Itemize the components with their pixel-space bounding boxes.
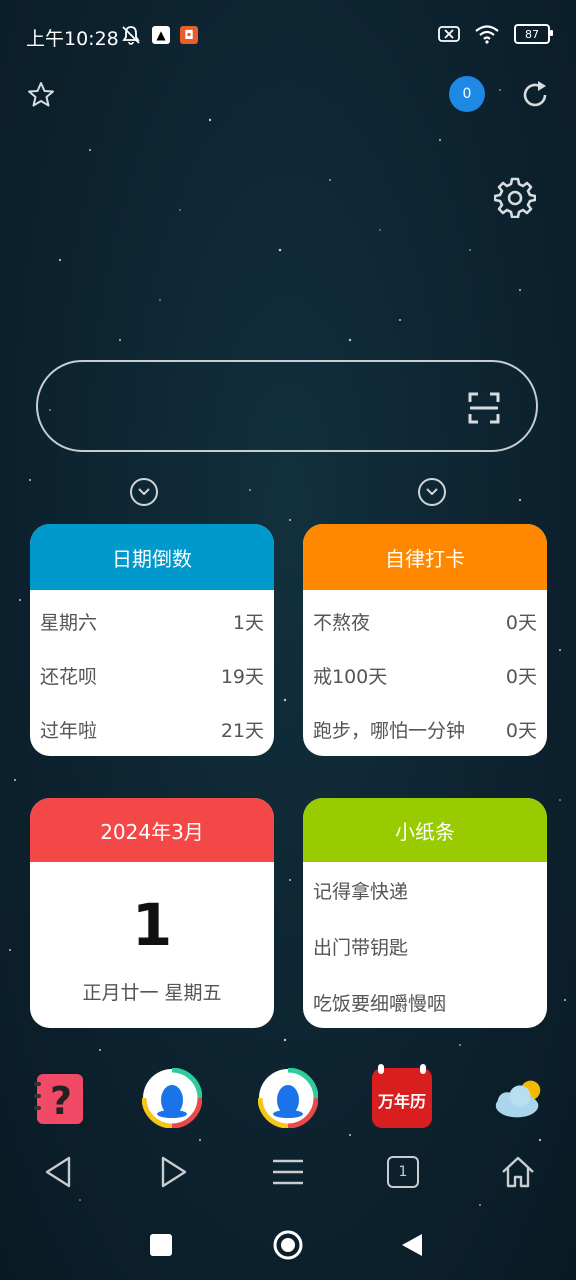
qq-app-icon[interactable] xyxy=(258,1068,318,1128)
tabs-button[interactable]: 1 xyxy=(379,1148,427,1196)
habit-card-title: 自律打卡 xyxy=(303,524,547,590)
home-button[interactable] xyxy=(494,1148,542,1196)
search-bar[interactable] xyxy=(36,360,538,452)
back-button[interactable] xyxy=(34,1148,82,1196)
hamburger-menu-icon xyxy=(273,1159,303,1185)
app-dock: ? 万年历 xyxy=(0,1064,576,1134)
sticky-notes-card[interactable]: 小纸条 记得拿快递 出门带钥匙 吃饭要细嚼慢咽 xyxy=(303,798,547,1028)
forward-arrow-icon xyxy=(161,1156,187,1188)
bookmark-star-icon[interactable] xyxy=(26,80,56,110)
svg-text:?: ? xyxy=(50,1079,72,1123)
weather-cloud-icon[interactable] xyxy=(488,1068,548,1128)
back-triangle-icon[interactable] xyxy=(400,1232,424,1258)
tabs-count: 1 xyxy=(387,1156,419,1188)
upload-icon: ▲ xyxy=(152,26,170,44)
no-sim-icon xyxy=(438,26,460,42)
list-item[interactable]: 吃饭要细嚼慢咽 xyxy=(303,974,547,1028)
system-nav-bar xyxy=(0,1212,576,1280)
back-arrow-icon xyxy=(45,1156,71,1188)
countdown-card[interactable]: 日期倒数 星期六 1天 还花呗 19天 过年啦 21天 xyxy=(30,524,274,756)
search-input[interactable] xyxy=(66,386,470,428)
habit-checkin-card[interactable]: 自律打卡 不熬夜 0天 戒100天 0天 跑步，哪怕一分钟 0天 xyxy=(303,524,547,756)
refresh-icon[interactable] xyxy=(518,78,552,112)
list-item[interactable]: 还花呗 19天 xyxy=(30,648,274,702)
status-bar: 上午10:28 ▲ ◘ 87 xyxy=(0,0,576,70)
list-item[interactable]: 过年啦 21天 xyxy=(30,702,274,756)
list-item[interactable]: 跑步，哪怕一分钟 0天 xyxy=(303,702,547,756)
tab-count-badge[interactable]: 0 xyxy=(449,76,485,112)
calendar-day-number: 1 xyxy=(131,891,173,959)
list-item[interactable]: 出门带钥匙 xyxy=(303,918,547,974)
chevron-down-icon xyxy=(138,488,150,496)
home-circle-icon[interactable] xyxy=(272,1229,304,1261)
app-notification-icon: ◘ xyxy=(180,26,198,44)
home-icon xyxy=(502,1156,534,1188)
scan-qr-icon[interactable] xyxy=(468,392,500,424)
battery-icon: 87 xyxy=(514,24,553,44)
countdown-card-title: 日期倒数 xyxy=(30,524,274,590)
qq-app-icon[interactable] xyxy=(142,1068,202,1128)
wifi-icon xyxy=(475,25,499,44)
expand-chevron-left[interactable] xyxy=(130,478,158,506)
calendar-app-label: 万年历 xyxy=(377,1092,426,1111)
browser-nav-bar: 1 xyxy=(0,1148,576,1196)
list-item[interactable]: 星期六 1天 xyxy=(30,594,274,648)
list-item[interactable]: 戒100天 0天 xyxy=(303,648,547,702)
forward-button[interactable] xyxy=(150,1148,198,1196)
calendar-lunar-weekday: 正月廿一 星期五 xyxy=(82,982,222,1004)
list-item[interactable]: 不熬夜 0天 xyxy=(303,594,547,648)
menu-button[interactable] xyxy=(264,1148,312,1196)
help-notebook-icon[interactable]: ? xyxy=(30,1068,90,1128)
calendar-card[interactable]: 2024年3月 1 正月廿一 星期五 xyxy=(30,798,274,1028)
status-system-icons: 87 xyxy=(438,24,553,44)
expand-chevron-right[interactable] xyxy=(418,478,446,506)
list-item[interactable]: 记得拿快递 xyxy=(303,862,547,918)
status-notification-icons: ▲ ◘ xyxy=(120,24,198,46)
mute-bell-icon xyxy=(122,26,140,45)
perpetual-calendar-app-icon[interactable]: 万年历 xyxy=(372,1064,432,1128)
calendar-month-title: 2024年3月 xyxy=(30,798,274,862)
settings-gear-icon[interactable] xyxy=(494,176,536,218)
status-time: 上午10:28 xyxy=(26,28,119,50)
recents-square-icon[interactable] xyxy=(150,1234,172,1256)
notes-card-title: 小纸条 xyxy=(303,798,547,862)
chevron-down-icon xyxy=(426,488,438,496)
battery-level: 87 xyxy=(525,27,539,41)
